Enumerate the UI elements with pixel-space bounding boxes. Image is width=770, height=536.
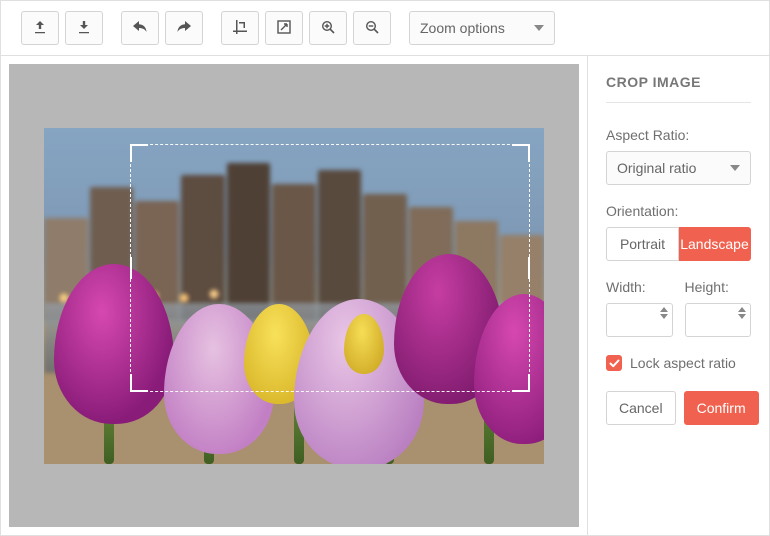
height-step-down[interactable] <box>738 314 746 319</box>
orientation-label: Orientation: <box>606 203 751 219</box>
width-input-wrapper <box>606 303 673 337</box>
undo-icon <box>133 21 147 36</box>
crop-handle-mr[interactable] <box>522 257 530 279</box>
orientation-portrait-button[interactable]: Portrait <box>606 227 679 261</box>
height-label: Height: <box>685 279 752 295</box>
crop-handle-bl[interactable] <box>130 374 148 392</box>
crop-panel: CROP IMAGE Aspect Ratio: Original ratio … <box>587 56 769 535</box>
redo-icon <box>177 21 191 36</box>
image-preview[interactable] <box>44 128 544 464</box>
crop-icon <box>233 20 247 37</box>
crop-handle-tr[interactable] <box>512 144 530 162</box>
lock-aspect-label: Lock aspect ratio <box>630 355 736 371</box>
height-input-wrapper <box>685 303 752 337</box>
toolbar: Zoom options <box>1 1 769 56</box>
download-button[interactable] <box>65 11 103 45</box>
zoom-options-select[interactable]: Zoom options <box>409 11 555 45</box>
crop-handle-tl[interactable] <box>130 144 148 162</box>
zoom-out-icon <box>365 20 379 37</box>
panel-title: CROP IMAGE <box>606 74 751 90</box>
lock-aspect-checkbox[interactable] <box>606 355 622 371</box>
upload-icon <box>33 20 47 37</box>
crop-button[interactable] <box>221 11 259 45</box>
resize-button[interactable] <box>265 11 303 45</box>
width-label: Width: <box>606 279 673 295</box>
aspect-ratio-label: Aspect Ratio: <box>606 127 751 143</box>
aspect-ratio-value: Original ratio <box>617 160 696 176</box>
zoom-out-button[interactable] <box>353 11 391 45</box>
crop-rectangle[interactable] <box>130 144 530 392</box>
crop-handle-ml[interactable] <box>130 257 138 279</box>
confirm-button[interactable]: Confirm <box>684 391 759 425</box>
aspect-ratio-select[interactable]: Original ratio <box>606 151 751 185</box>
width-step-up[interactable] <box>660 307 668 312</box>
download-icon <box>77 20 91 37</box>
zoom-options-label: Zoom options <box>420 20 505 36</box>
zoom-in-icon <box>321 20 335 37</box>
chevron-down-icon <box>730 165 740 171</box>
divider <box>606 102 751 103</box>
check-icon <box>609 358 620 369</box>
resize-icon <box>277 20 291 37</box>
orientation-landscape-button[interactable]: Landscape <box>679 227 751 261</box>
height-step-up[interactable] <box>738 307 746 312</box>
width-step-down[interactable] <box>660 314 668 319</box>
orientation-toggle: Portrait Landscape <box>606 227 751 261</box>
zoom-in-button[interactable] <box>309 11 347 45</box>
crop-handle-br[interactable] <box>512 374 530 392</box>
redo-button[interactable] <box>165 11 203 45</box>
undo-button[interactable] <box>121 11 159 45</box>
chevron-down-icon <box>534 25 544 31</box>
canvas-area <box>9 64 579 527</box>
upload-button[interactable] <box>21 11 59 45</box>
cancel-button[interactable]: Cancel <box>606 391 676 425</box>
